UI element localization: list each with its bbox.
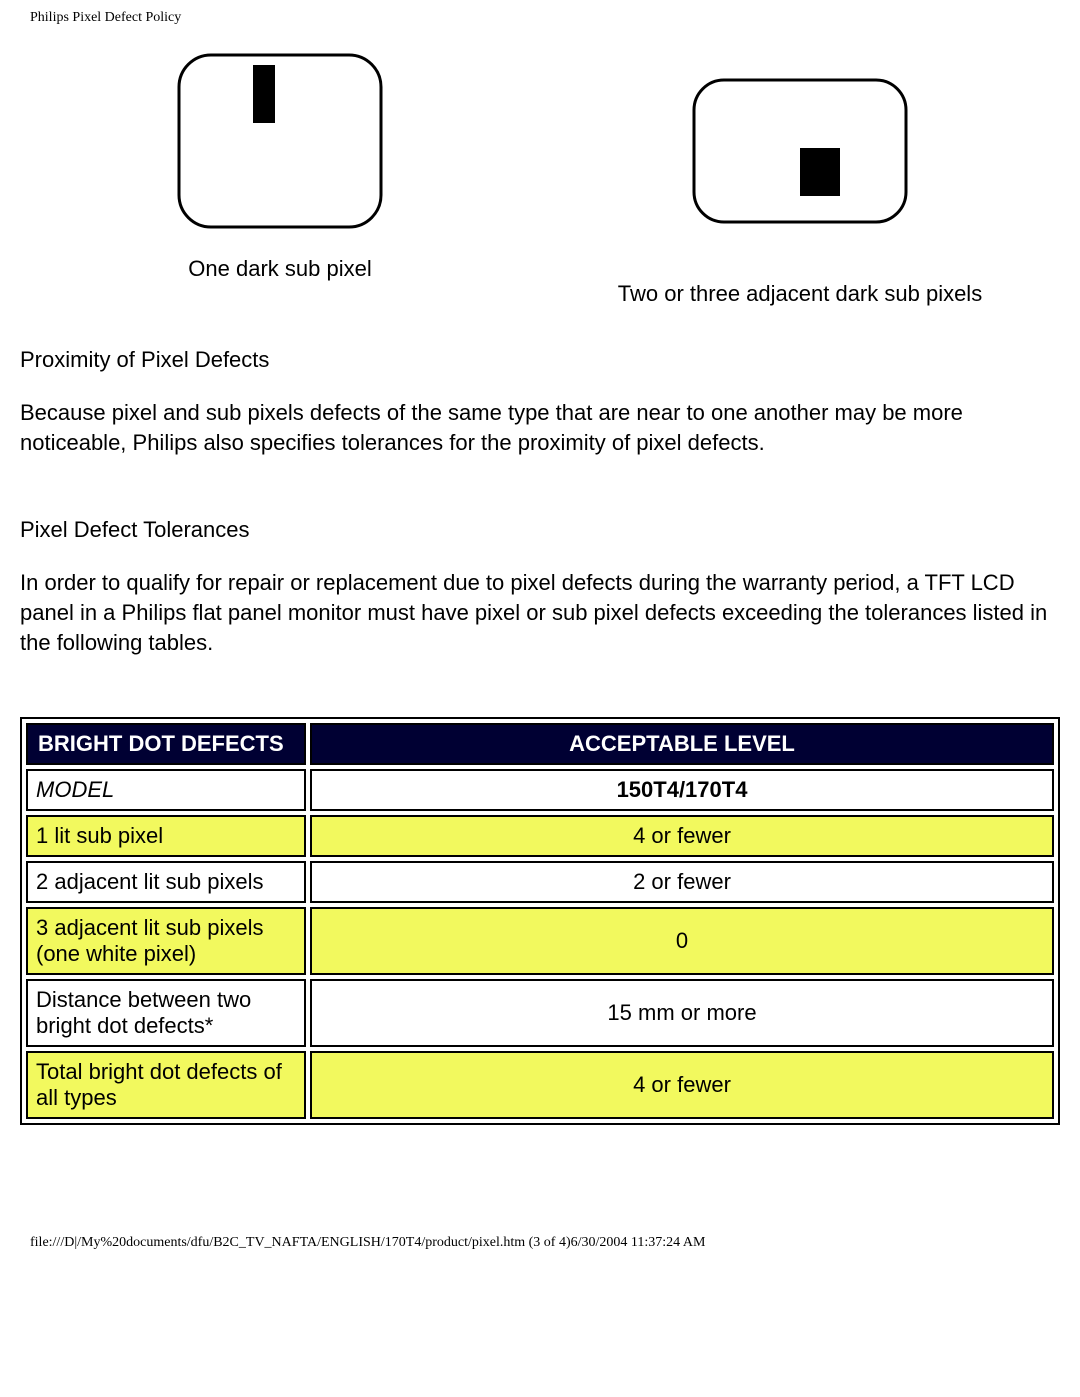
- criteria-cell: 1 lit sub pixel: [26, 815, 306, 857]
- model-value: 150T4/170T4: [310, 769, 1054, 811]
- table-row: Total bright dot defects of all types 4 …: [26, 1051, 1054, 1119]
- criteria-cell: 3 adjacent lit sub pixels (one white pix…: [26, 907, 306, 975]
- table-row: 2 adjacent lit sub pixels 2 or fewer: [26, 861, 1054, 903]
- value-cell: 2 or fewer: [310, 861, 1054, 903]
- section-proximity-body: Because pixel and sub pixels defects of …: [20, 398, 1060, 457]
- table-row: 1 lit sub pixel 4 or fewer: [26, 815, 1054, 857]
- page-footer: file:///D|/My%20documents/dfu/B2C_TV_NAF…: [30, 1235, 1060, 1251]
- criteria-cell: 2 adjacent lit sub pixels: [26, 861, 306, 903]
- section-tolerances-title: Pixel Defect Tolerances: [20, 517, 1060, 543]
- table-header-left: BRIGHT DOT DEFECTS: [26, 723, 306, 765]
- illustration-left: One dark sub pixel: [20, 51, 540, 307]
- table-row: Distance between two bright dot defects*…: [26, 979, 1054, 1047]
- value-cell: 4 or fewer: [310, 815, 1054, 857]
- page: Philips Pixel Defect Policy One dark sub…: [0, 0, 1080, 1281]
- table-model-row: MODEL 150T4/170T4: [26, 769, 1054, 811]
- value-cell: 0: [310, 907, 1054, 975]
- illustration-left-caption: One dark sub pixel: [188, 256, 371, 282]
- illustration-right-caption: Two or three adjacent dark sub pixels: [618, 281, 982, 307]
- section-tolerances-body: In order to qualify for repair or replac…: [20, 568, 1060, 657]
- table-header-row: BRIGHT DOT DEFECTS ACCEPTABLE LEVEL: [26, 723, 1054, 765]
- value-cell: 15 mm or more: [310, 979, 1054, 1047]
- defects-table: BRIGHT DOT DEFECTS ACCEPTABLE LEVEL MODE…: [20, 717, 1060, 1125]
- illustration-row: One dark sub pixel Two or three adjacent…: [20, 51, 1060, 307]
- dark-pixels-icon: [690, 76, 910, 226]
- illustration-right: Two or three adjacent dark sub pixels: [540, 51, 1060, 307]
- criteria-cell: Total bright dot defects of all types: [26, 1051, 306, 1119]
- page-header: Philips Pixel Defect Policy: [30, 10, 1060, 26]
- table-header-right: ACCEPTABLE LEVEL: [310, 723, 1054, 765]
- model-label: MODEL: [26, 769, 306, 811]
- criteria-cell: Distance between two bright dot defects*: [26, 979, 306, 1047]
- table-row: 3 adjacent lit sub pixels (one white pix…: [26, 907, 1054, 975]
- dark-subpixel-icon: [175, 51, 385, 231]
- value-cell: 4 or fewer: [310, 1051, 1054, 1119]
- section-proximity-title: Proximity of Pixel Defects: [20, 347, 1060, 373]
